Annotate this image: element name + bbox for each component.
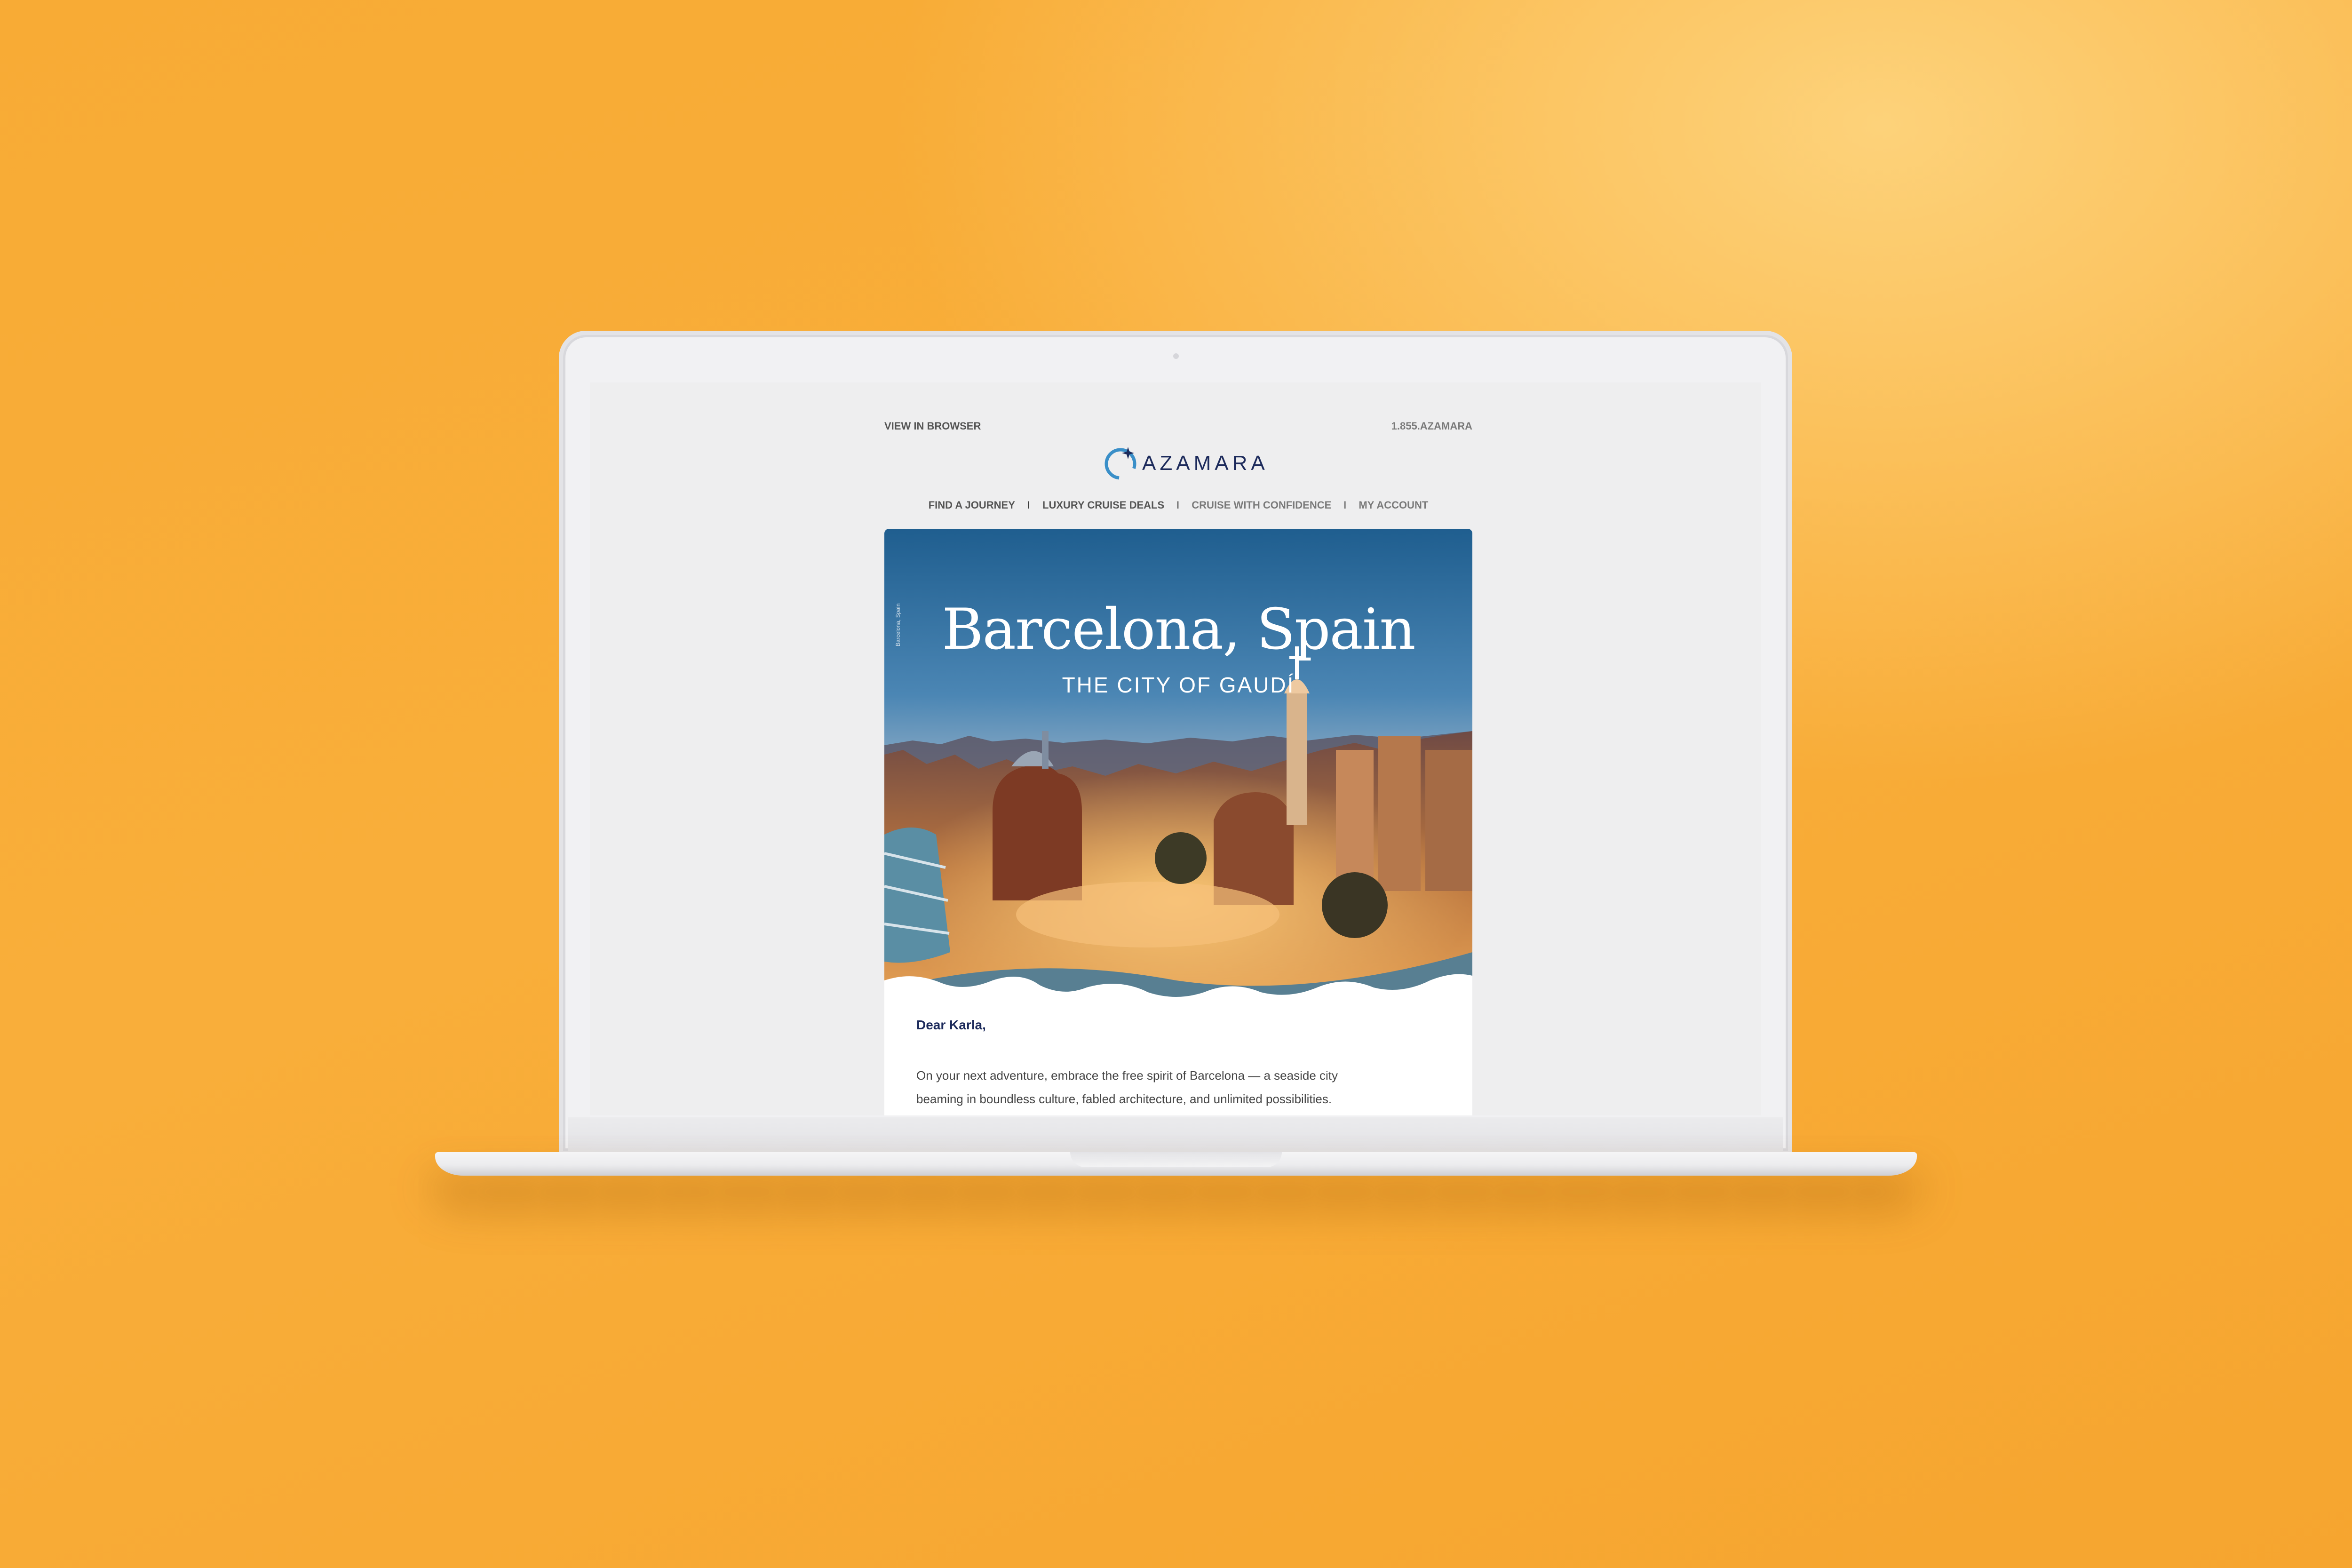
azamara-logo[interactable]: AZAMARA — [1101, 441, 1265, 484]
hero-banner[interactable]: Barcelona, Spain THE CITY OF GAUDÍ Barce… — [884, 529, 1472, 1004]
nav-my-account[interactable]: MY ACCOUNT — [1359, 499, 1428, 511]
laptop-screen: VIEW IN BROWSER 1.855.AZAMARA AZAMARA FI… — [590, 382, 1761, 1115]
greeting: Dear Karla, — [916, 1018, 986, 1032]
nav-cruise-with-confidence[interactable]: CRUISE WITH CONFIDENCE — [1192, 499, 1331, 511]
nav-separator: I — [1176, 499, 1180, 511]
laptop-lid: VIEW IN BROWSER 1.855.AZAMARA AZAMARA FI… — [559, 331, 1792, 1155]
nav-separator: I — [1027, 499, 1030, 511]
azamara-compass-logo-icon — [1104, 447, 1137, 480]
hero-title: Barcelona, Spain — [942, 597, 1415, 662]
phone-number-link[interactable]: 1.855.AZAMARA — [1391, 420, 1472, 432]
hero-subtitle: THE CITY OF GAUDÍ — [1062, 673, 1295, 697]
email-nav: FIND A JOURNEY I LUXURY CRUISE DEALS I C… — [884, 497, 1472, 513]
email-content: VIEW IN BROWSER 1.855.AZAMARA AZAMARA FI… — [884, 382, 1472, 1115]
paragraph-line: beaming in boundless culture, fabled arc… — [916, 1092, 1332, 1106]
intro-paragraph: On your next adventure, embrace the free… — [916, 1064, 1438, 1111]
nav-luxury-cruise-deals[interactable]: LUXURY CRUISE DEALS — [1042, 499, 1164, 511]
laptop-base — [435, 1152, 1917, 1176]
laptop-opening-notch — [1070, 1152, 1282, 1167]
nav-find-a-journey[interactable]: FIND A JOURNEY — [929, 499, 1015, 511]
nav-separator: I — [1343, 499, 1347, 511]
paragraph-line: On your next adventure, embrace the free… — [916, 1068, 1338, 1082]
email-body: Dear Karla, On your next adventure, embr… — [884, 999, 1472, 1115]
email-top-bar: VIEW IN BROWSER 1.855.AZAMARA — [884, 420, 1472, 434]
webcam — [1173, 353, 1179, 359]
logo-wordmark: AZAMARA — [1142, 452, 1269, 475]
laptop-chin — [568, 1117, 1783, 1155]
view-in-browser-link[interactable]: VIEW IN BROWSER — [884, 420, 981, 432]
mockup-scene: VIEW IN BROWSER 1.855.AZAMARA AZAMARA FI… — [0, 0, 2352, 1568]
photo-caption: Barcelona, Spain — [895, 603, 901, 646]
